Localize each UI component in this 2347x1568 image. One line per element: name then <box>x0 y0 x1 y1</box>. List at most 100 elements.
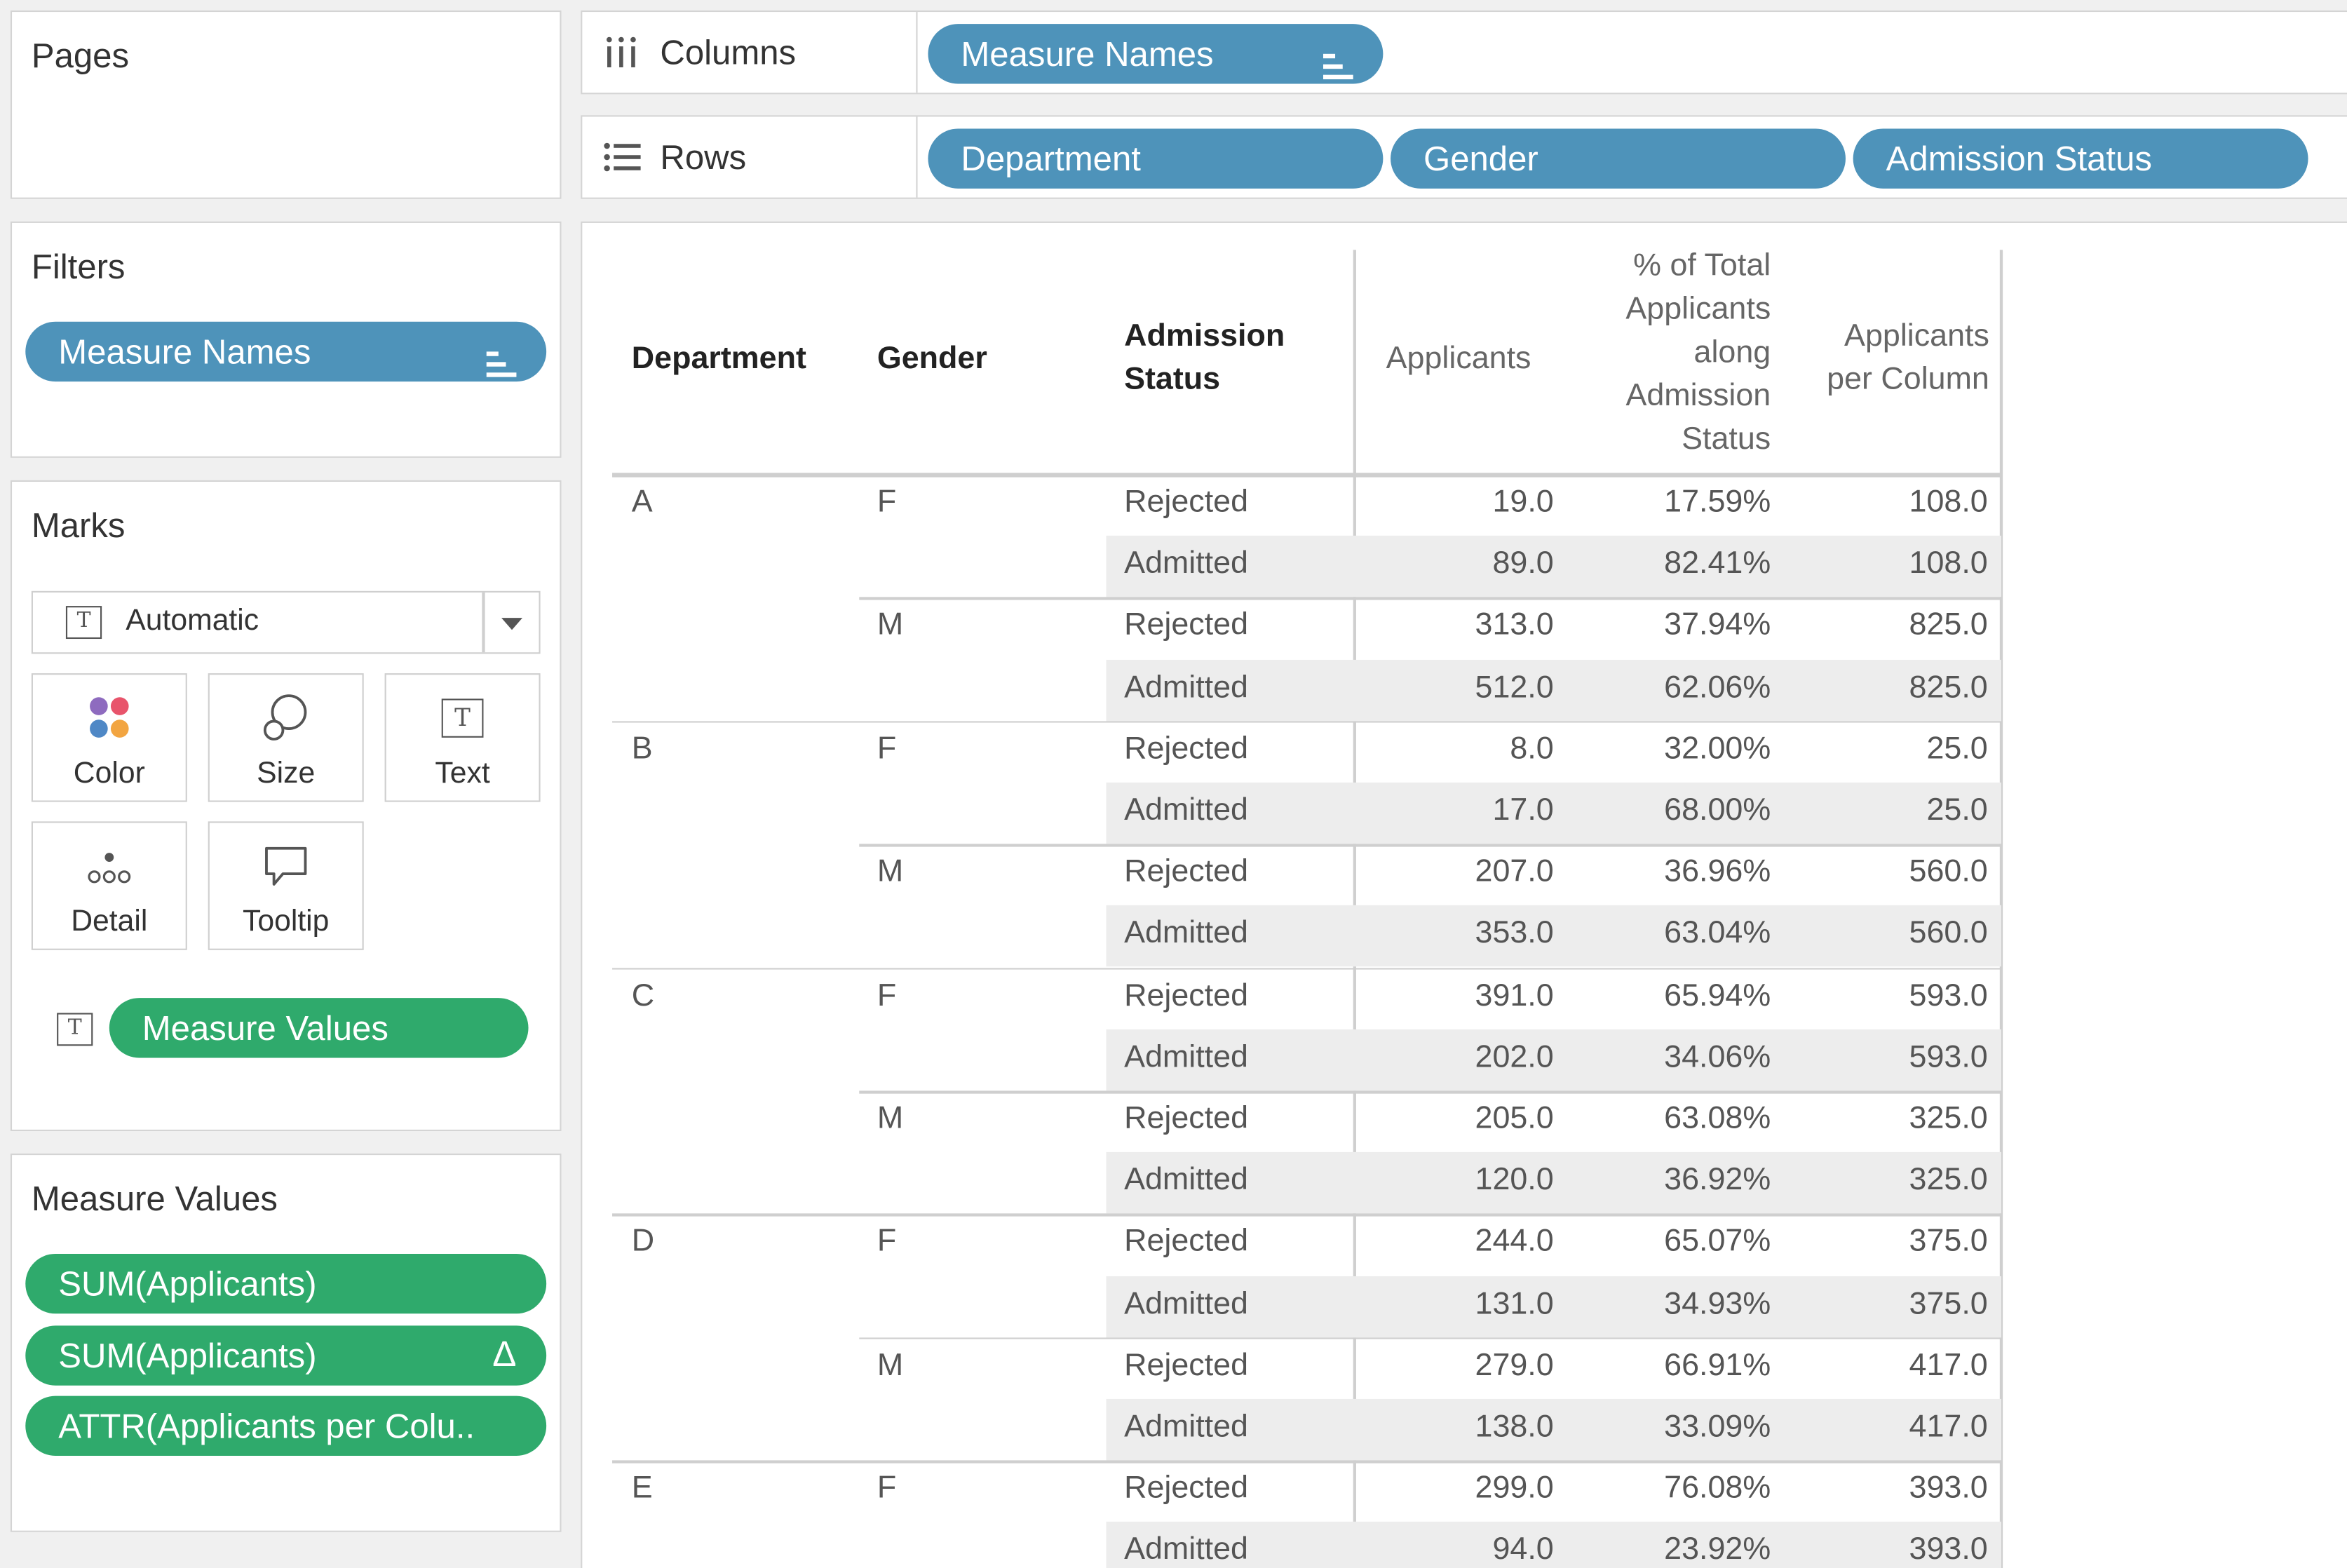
rows-shelf[interactable]: Rows Department Gender Admission Status <box>581 115 2347 199</box>
cell-per-column[interactable]: 417.0 <box>1794 1334 1988 1395</box>
cell-pct-total[interactable]: 76.08% <box>1570 1458 1771 1519</box>
cell-admission-status[interactable]: Rejected <box>1124 595 1248 656</box>
cell-admission-status[interactable]: Admitted <box>1124 656 1248 717</box>
cell-pct-total[interactable]: 36.96% <box>1570 841 1771 902</box>
cell-pct-total[interactable]: 37.94% <box>1570 595 1771 656</box>
cell-applicants[interactable]: 353.0 <box>1360 903 1554 964</box>
cell-per-column[interactable]: 593.0 <box>1794 1026 1988 1087</box>
cell-gender[interactable]: M <box>877 1088 903 1149</box>
tooltip-button[interactable]: Tooltip <box>208 821 364 950</box>
cell-per-column[interactable]: 825.0 <box>1794 656 1988 717</box>
cell-admission-status[interactable]: Rejected <box>1124 1088 1248 1149</box>
cell-per-column[interactable]: 375.0 <box>1794 1273 1988 1334</box>
cell-admission-status[interactable]: Admitted <box>1124 780 1248 841</box>
cell-applicants[interactable]: 244.0 <box>1360 1211 1554 1272</box>
cell-admission-status[interactable]: Admitted <box>1124 1396 1248 1457</box>
cell-per-column[interactable]: 25.0 <box>1794 718 1987 779</box>
rows-pill-gender[interactable]: Gender <box>1391 128 1846 189</box>
cell-pct-total[interactable]: 68.00% <box>1570 780 1771 841</box>
cell-per-column[interactable]: 393.0 <box>1794 1519 1988 1568</box>
cell-department[interactable]: A <box>632 471 653 532</box>
cell-applicants[interactable]: 313.0 <box>1360 595 1554 656</box>
cell-applicants[interactable]: 205.0 <box>1360 1088 1554 1149</box>
cell-applicants[interactable]: 391.0 <box>1360 964 1554 1025</box>
cell-admission-status[interactable]: Rejected <box>1124 1458 1248 1519</box>
measure-pill-sum-applicants[interactable]: SUM(Applicants) <box>25 1253 547 1314</box>
cell-gender[interactable]: M <box>877 595 903 656</box>
cell-applicants[interactable]: 207.0 <box>1360 841 1554 902</box>
mark-type-dropdown[interactable]: T Automatic <box>31 590 541 654</box>
cell-admission-status[interactable]: Rejected <box>1124 1334 1248 1395</box>
cell-admission-status[interactable]: Rejected <box>1124 471 1248 532</box>
cell-applicants[interactable]: 120.0 <box>1360 1149 1554 1210</box>
cell-per-column[interactable]: 560.0 <box>1794 903 1988 964</box>
cell-per-column[interactable]: 825.0 <box>1794 595 1988 656</box>
cell-applicants[interactable]: 89.0 <box>1360 533 1553 594</box>
cell-applicants[interactable]: 138.0 <box>1360 1396 1554 1457</box>
cell-admission-status[interactable]: Rejected <box>1124 718 1248 779</box>
cell-pct-total[interactable]: 62.06% <box>1570 656 1771 717</box>
cell-applicants[interactable]: 19.0 <box>1360 471 1553 532</box>
columns-pill-measure-names[interactable]: Measure Names <box>928 24 1384 84</box>
size-button[interactable]: Size <box>208 673 364 802</box>
cell-applicants[interactable]: 131.0 <box>1360 1273 1554 1334</box>
cell-gender[interactable]: M <box>877 841 903 902</box>
cell-admission-status[interactable]: Rejected <box>1124 1211 1248 1272</box>
cell-admission-status[interactable]: Admitted <box>1124 533 1248 594</box>
color-button[interactable]: Color <box>31 673 187 802</box>
cell-department[interactable]: C <box>632 964 654 1025</box>
header-department[interactable]: Department <box>632 337 806 380</box>
cell-pct-total[interactable]: 17.59% <box>1570 471 1771 532</box>
cell-pct-total[interactable]: 32.00% <box>1570 718 1771 779</box>
cell-department[interactable]: B <box>632 718 653 779</box>
cell-admission-status[interactable]: Admitted <box>1124 903 1248 964</box>
cell-per-column[interactable]: 108.0 <box>1794 471 1988 532</box>
cell-pct-total[interactable]: 63.04% <box>1570 903 1771 964</box>
cell-per-column[interactable]: 325.0 <box>1794 1088 1988 1149</box>
cell-per-column[interactable]: 593.0 <box>1794 964 1988 1025</box>
header-applicants[interactable]: Applicants <box>1386 337 1531 380</box>
columns-shelf[interactable]: Columns Measure Names <box>581 10 2347 95</box>
cell-pct-total[interactable]: 33.09% <box>1570 1396 1771 1457</box>
header-admission-status[interactable]: Admission Status <box>1124 314 1285 401</box>
cell-pct-total[interactable]: 63.08% <box>1570 1088 1771 1149</box>
filters-shelf[interactable]: Filters Measure Names <box>10 221 562 458</box>
cell-gender[interactable]: M <box>877 1334 903 1395</box>
cell-per-column[interactable]: 417.0 <box>1794 1396 1988 1457</box>
cell-admission-status[interactable]: Admitted <box>1124 1149 1248 1210</box>
measure-values-pill[interactable]: Measure Values <box>109 998 529 1058</box>
cell-pct-total[interactable]: 65.07% <box>1570 1211 1771 1272</box>
cell-pct-total[interactable]: 65.94% <box>1570 964 1771 1025</box>
cell-gender[interactable]: F <box>877 1458 896 1519</box>
cell-gender[interactable]: F <box>877 964 896 1025</box>
cell-per-column[interactable]: 25.0 <box>1794 780 1987 841</box>
cell-applicants[interactable]: 94.0 <box>1360 1519 1553 1568</box>
cell-gender[interactable]: F <box>877 471 896 532</box>
cell-admission-status[interactable]: Admitted <box>1124 1519 1248 1568</box>
cell-applicants[interactable]: 279.0 <box>1360 1334 1554 1395</box>
cell-pct-total[interactable]: 34.93% <box>1570 1273 1771 1334</box>
detail-button[interactable]: Detail <box>31 821 187 950</box>
cell-department[interactable]: E <box>632 1458 653 1519</box>
cell-pct-total[interactable]: 82.41% <box>1570 533 1771 594</box>
cell-per-column[interactable]: 560.0 <box>1794 841 1988 902</box>
header-gender[interactable]: Gender <box>877 337 987 380</box>
pages-shelf[interactable]: Pages <box>10 10 562 199</box>
cell-per-column[interactable]: 393.0 <box>1794 1458 1988 1519</box>
cell-department[interactable]: D <box>632 1211 654 1272</box>
cell-pct-total[interactable]: 66.91% <box>1570 1334 1771 1395</box>
cell-admission-status[interactable]: Admitted <box>1124 1026 1248 1087</box>
cell-applicants[interactable]: 17.0 <box>1360 780 1553 841</box>
cell-pct-total[interactable]: 36.92% <box>1570 1149 1771 1210</box>
cell-per-column[interactable]: 375.0 <box>1794 1211 1988 1272</box>
filter-pill-measure-names[interactable]: Measure Names <box>25 321 547 382</box>
cell-applicants[interactable]: 8.0 <box>1360 718 1553 779</box>
cell-pct-total[interactable]: 23.92% <box>1570 1519 1771 1568</box>
cell-per-column[interactable]: 325.0 <box>1794 1149 1988 1210</box>
cell-per-column[interactable]: 108.0 <box>1794 533 1988 594</box>
cell-applicants[interactable]: 512.0 <box>1360 656 1554 717</box>
cell-pct-total[interactable]: 34.06% <box>1570 1026 1771 1087</box>
text-button[interactable]: T Text <box>384 673 541 802</box>
measure-pill-sum-applicants-table-calc[interactable]: SUM(Applicants) Δ <box>25 1325 547 1386</box>
header-per-column[interactable]: Applicants per Column <box>1794 314 1989 401</box>
